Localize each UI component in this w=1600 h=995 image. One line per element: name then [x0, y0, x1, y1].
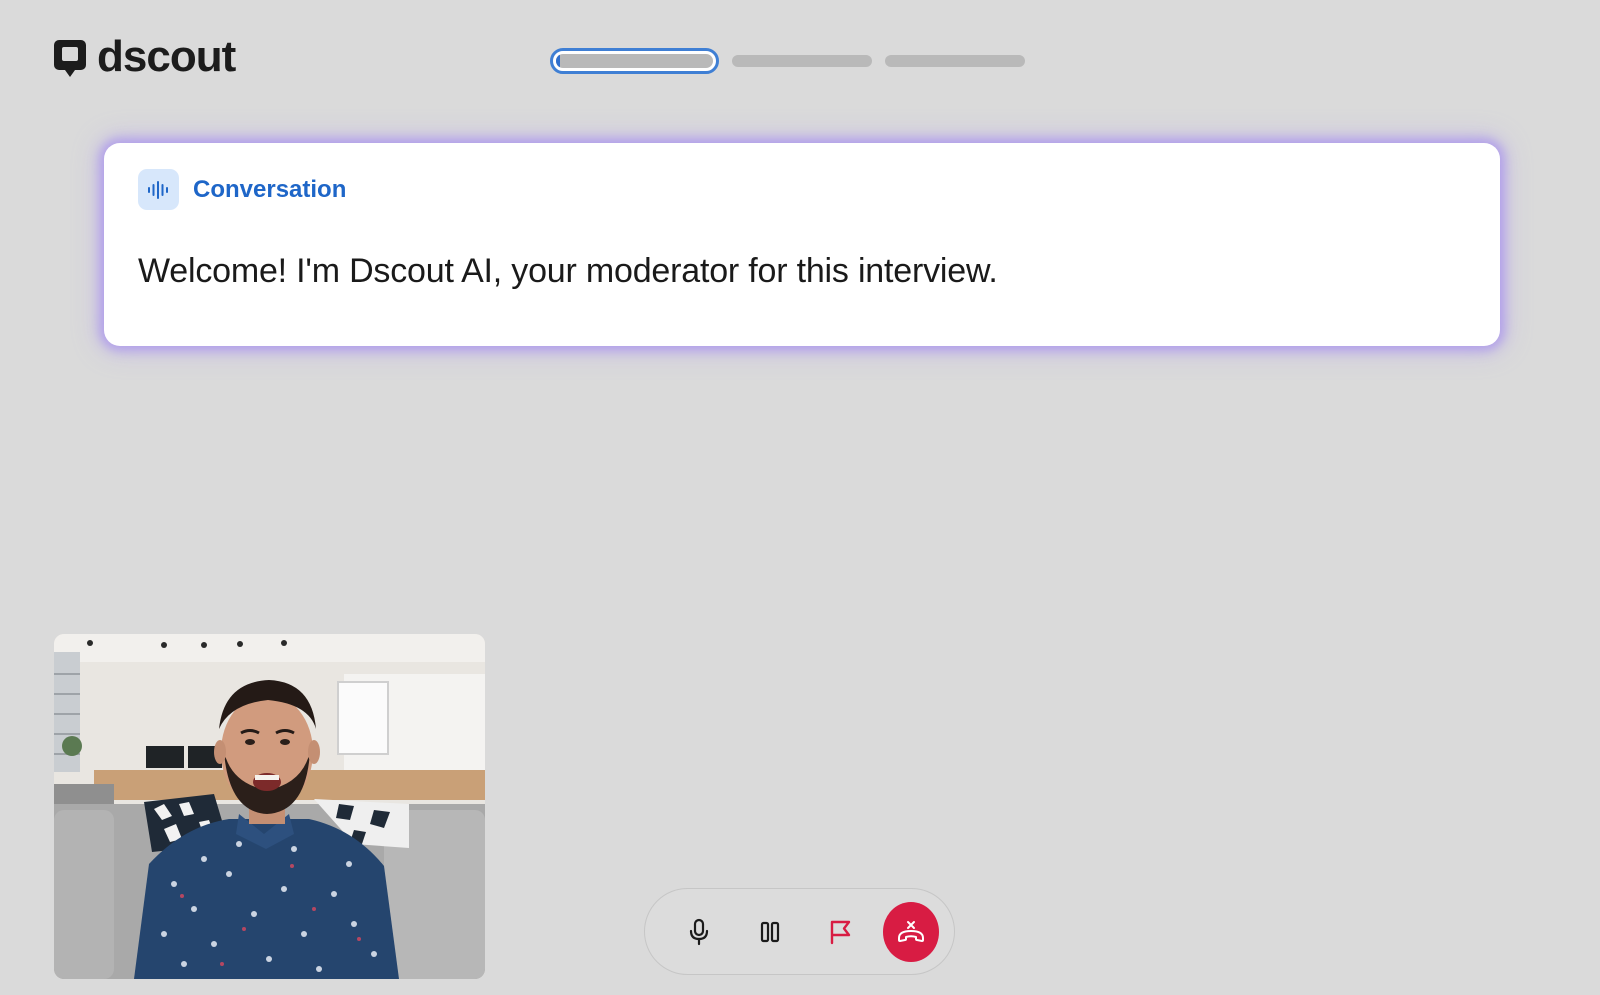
microphone-icon	[690, 918, 709, 945]
pause-icon	[760, 921, 779, 942]
progress-step-2	[732, 55, 872, 67]
conversation-label: Conversation	[193, 175, 347, 203]
moderator-message: Welcome! I'm Dscout AI, your moderator f…	[138, 252, 998, 290]
conversation-card-header: Conversation	[138, 169, 1466, 210]
progress-step-3	[885, 55, 1025, 67]
dscout-logo: dscout	[53, 32, 236, 82]
progress-step-1	[550, 48, 719, 74]
brand-name: dscout	[97, 32, 236, 81]
conversation-card: Conversation Welcome! I'm Dscout AI, you…	[104, 143, 1500, 346]
microphone-button[interactable]	[673, 904, 726, 960]
flag-button[interactable]	[814, 904, 867, 960]
end-call-button[interactable]	[882, 901, 939, 962]
call-controls	[644, 888, 955, 975]
pause-button[interactable]	[744, 904, 797, 960]
audio-waveform-icon	[138, 169, 179, 210]
hang-up-icon	[897, 920, 924, 942]
flag-icon	[831, 920, 851, 944]
interview-progress	[550, 48, 1025, 74]
progress-step-1-fill	[556, 54, 560, 68]
camera-preview	[54, 634, 485, 979]
dscout-logo-icon	[54, 40, 86, 77]
